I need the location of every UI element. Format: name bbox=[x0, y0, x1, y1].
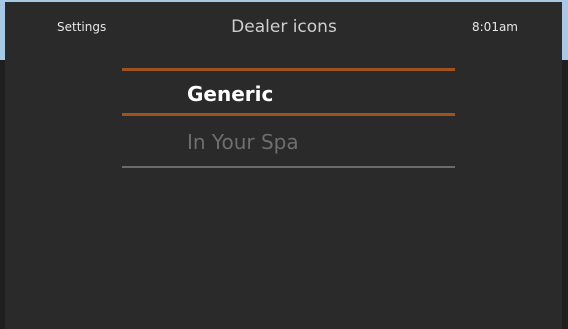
window-edge-right bbox=[562, 0, 568, 329]
dealer-icon-list: Generic In Your Spa bbox=[122, 68, 455, 168]
list-item-generic[interactable]: Generic bbox=[122, 68, 455, 116]
dealer-icons-screen: Settings Dealer icons 8:01am Generic In … bbox=[0, 0, 568, 329]
list-item-label: Generic bbox=[187, 82, 274, 106]
clock-time: 8:01am bbox=[472, 20, 518, 34]
list-item-label: In Your Spa bbox=[187, 130, 299, 154]
window-edge-left bbox=[0, 0, 5, 329]
window-edge-top bbox=[0, 0, 568, 2]
list-item-in-your-spa[interactable]: In Your Spa bbox=[122, 116, 455, 168]
